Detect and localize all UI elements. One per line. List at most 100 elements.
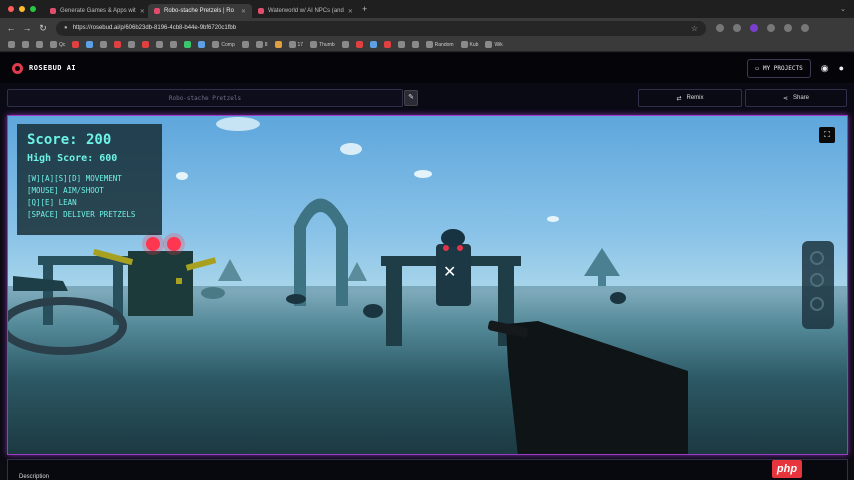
bookmark-folder[interactable]: Comp	[212, 41, 235, 48]
tab-search-icon[interactable]: ⌄	[840, 5, 846, 13]
cloud	[414, 170, 432, 178]
rosebud-logo-icon	[12, 62, 23, 74]
github-icon[interactable]	[156, 41, 164, 48]
folder-icon	[212, 41, 220, 48]
bookmark-label: 17	[297, 41, 304, 48]
tab-favicon	[258, 8, 264, 14]
window-controls[interactable]	[8, 6, 36, 12]
menu-icon[interactable]	[801, 24, 809, 32]
close-tab-icon[interactable]: ✕	[241, 8, 246, 15]
reload-icon[interactable]: ↻	[36, 23, 50, 34]
bookmark-icon[interactable]	[142, 41, 150, 48]
folder-icon	[460, 41, 468, 48]
bookmark-folder[interactable]: Wik	[485, 41, 503, 48]
bookmark-icon[interactable]	[128, 41, 136, 48]
bookmark-icon[interactable]	[100, 41, 108, 48]
edit-icon[interactable]: ✎	[404, 90, 418, 106]
extension-icon[interactable]	[716, 24, 724, 32]
control-deliver: [SPACE] DELIVER PRETZELS	[27, 210, 136, 219]
rock	[286, 294, 306, 304]
bookmark-label: Kub	[469, 41, 479, 48]
browser-tab-active[interactable]: Robo-stache Pretzels | Ro ✕	[148, 4, 252, 18]
bookmark-icon[interactable]	[341, 41, 349, 48]
bookmark-icon[interactable]	[241, 41, 249, 48]
new-tab-icon[interactable]: +	[362, 4, 367, 14]
browser-tab-bar: Generate Games & Apps wit ✕ Robo-stache P…	[0, 0, 854, 18]
rock	[610, 292, 626, 304]
bookmark-icon[interactable]	[383, 41, 391, 48]
user-icon[interactable]: ●	[839, 63, 844, 73]
profile-icon[interactable]	[784, 24, 792, 32]
bookmark-icon	[288, 41, 296, 48]
maximize-window-button[interactable]	[30, 6, 36, 12]
score-text: Score: 200	[27, 132, 112, 148]
share-button[interactable]: ⋖ Share	[745, 89, 847, 107]
star-icon[interactable]: ☆	[691, 24, 698, 33]
bookmark-item[interactable]: 17	[288, 41, 304, 48]
structure	[13, 276, 68, 291]
bookmark-folder[interactable]: Thumb	[310, 41, 335, 48]
bookmark-icon[interactable]	[397, 41, 405, 48]
bookmark-icon[interactable]	[184, 41, 192, 48]
tree	[584, 248, 620, 276]
bookmark-icon	[255, 41, 263, 48]
tree	[347, 262, 367, 281]
tab-favicon	[154, 8, 160, 14]
bookmark-icon	[50, 41, 57, 48]
apps-icon[interactable]	[8, 41, 15, 48]
bookmark-icon[interactable]	[198, 41, 206, 48]
bookmark-icon[interactable]	[274, 41, 282, 48]
share-label: Share	[793, 95, 810, 101]
close-tab-icon[interactable]: ✕	[348, 8, 353, 15]
robot-eye-glow	[142, 233, 164, 255]
fullscreen-icon[interactable]: ⛶	[819, 127, 835, 143]
url-text: https://rosebud.ai/p/606b23db-8196-4cb8-…	[72, 25, 237, 31]
control-movement: [W][A][S][D] MOVEMENT	[27, 174, 122, 183]
bookmark-item[interactable]: Qc	[50, 41, 65, 48]
bookmark-icon[interactable]	[72, 41, 80, 48]
description-panel: Description	[7, 459, 848, 480]
folder-icon	[485, 41, 493, 48]
robot-eye	[443, 245, 449, 251]
bookmark-icon[interactable]	[355, 41, 363, 48]
bookmark-label: Qc	[59, 41, 66, 48]
back-icon[interactable]: ←	[4, 23, 18, 34]
close-tab-icon[interactable]: ✕	[140, 8, 145, 15]
bookmark-icon[interactable]	[170, 41, 178, 48]
bookmark-label: Comp	[221, 41, 235, 48]
address-bar[interactable]: ● https://rosebud.ai/p/606b23db-8196-4cb…	[56, 20, 706, 36]
my-projects-button[interactable]: ▭ MY PROJECTS	[747, 58, 811, 78]
remix-button[interactable]: ⇄ Remix	[638, 89, 742, 107]
project-name-field[interactable]: Robo-stache Pretzels	[7, 89, 403, 107]
discord-icon[interactable]: ◉	[821, 63, 829, 74]
bookmark-icon[interactable]	[411, 41, 419, 48]
bookmark-icon[interactable]	[22, 41, 29, 48]
robot-badge	[176, 278, 182, 284]
browser-tab[interactable]: Generate Games & Apps wit ✕	[44, 4, 148, 18]
my-projects-label: MY PROJECTS	[762, 64, 803, 72]
bookmark-icon[interactable]	[114, 41, 122, 48]
logo-text: ROSEBUD AI	[29, 64, 77, 72]
bookmark-folder[interactable]: Kub	[460, 41, 479, 48]
close-window-button[interactable]	[8, 6, 14, 12]
game-canvas[interactable]: Score: 200 High Score: 600 [W][A][S][D] …	[7, 115, 848, 455]
extension-icon[interactable]	[750, 24, 758, 32]
minimize-window-button[interactable]	[19, 6, 25, 12]
rosebud-logo[interactable]: ROSEBUD AI	[12, 62, 77, 74]
extension-icon[interactable]	[733, 24, 741, 32]
bookmark-folder[interactable]: Random	[425, 41, 454, 48]
bookmark-icon[interactable]	[86, 41, 94, 48]
forward-icon[interactable]: →	[20, 23, 34, 34]
folder-icon	[310, 41, 318, 48]
browser-tab[interactable]: Waterworld w/ AI NPCs (and ✕	[252, 4, 356, 18]
bench-leg	[43, 265, 53, 325]
bookmark-icon[interactable]	[369, 41, 377, 48]
bookmark-icon[interactable]	[36, 41, 43, 48]
extension-icon[interactable]	[767, 24, 775, 32]
bookmark-label: Random	[434, 41, 454, 48]
rock	[363, 304, 383, 318]
controls-list: [W][A][S][D] MOVEMENT [MOUSE] AIM/SHOOT …	[27, 173, 152, 221]
description-label: Description	[19, 474, 50, 480]
bookmark-item[interactable]: 8	[255, 41, 268, 48]
robot-eye	[457, 245, 463, 251]
